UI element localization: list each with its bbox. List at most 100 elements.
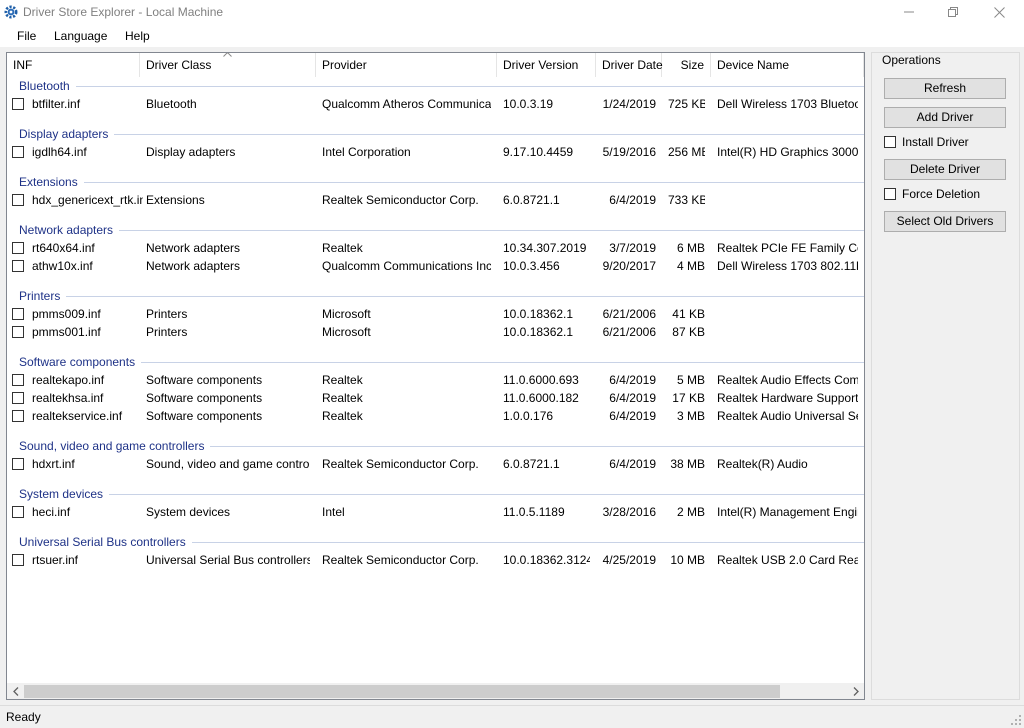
cell-size: 725 KB bbox=[668, 97, 705, 111]
row-checkbox[interactable] bbox=[12, 146, 24, 158]
row-checkbox[interactable] bbox=[12, 374, 24, 386]
minimize-button[interactable] bbox=[886, 0, 932, 24]
column-header-provider[interactable]: Provider bbox=[316, 53, 497, 77]
install-driver-box[interactable] bbox=[884, 136, 896, 148]
cell-size: 256 MB bbox=[668, 145, 705, 159]
row-checkbox[interactable] bbox=[12, 326, 24, 338]
resize-grip-icon[interactable] bbox=[1010, 714, 1022, 726]
cell-driver-class: Network adapters bbox=[146, 241, 241, 255]
menu-help[interactable]: Help bbox=[125, 29, 150, 43]
row-checkbox[interactable] bbox=[12, 242, 24, 254]
group-header[interactable]: System devices bbox=[19, 487, 110, 501]
driver-list[interactable]: INF Driver Class Provider Driver Version Dri… bbox=[6, 52, 865, 700]
select-old-drivers-button[interactable]: Select Old Drivers bbox=[884, 211, 1006, 232]
table-row[interactable]: rtsuer.inf Universal Serial Bus controlle… bbox=[7, 551, 864, 569]
cell-inf: rtsuer.inf bbox=[32, 553, 79, 567]
row-checkbox[interactable] bbox=[12, 194, 24, 206]
scroll-left-button[interactable] bbox=[7, 683, 24, 699]
column-header-driver-class[interactable]: Driver Class bbox=[140, 53, 316, 77]
operations-title: Operations bbox=[880, 53, 943, 67]
cell-driver-date: 6/21/2006 bbox=[602, 307, 656, 321]
table-row[interactable]: realtekhsa.inf Software components Realtek… bbox=[7, 389, 864, 407]
table-row[interactable]: realtekapo.inf Software components Realtek… bbox=[7, 371, 864, 389]
group-header[interactable]: Universal Serial Bus controllers bbox=[19, 535, 192, 549]
group-header[interactable]: Display adapters bbox=[19, 127, 115, 141]
cell-driver-class: Sound, video and game controllers bbox=[146, 457, 310, 471]
cell-provider: Microsoft bbox=[322, 307, 371, 321]
table-row[interactable]: btfilter.inf Bluetooth Qualcomm Atheros Co… bbox=[7, 95, 864, 113]
cell-size: 2 MB bbox=[676, 505, 705, 519]
group-header[interactable]: Printers bbox=[19, 289, 67, 303]
row-checkbox[interactable] bbox=[12, 260, 24, 272]
table-row[interactable]: athw10x.inf Network adapters Qualcomm Comm… bbox=[7, 257, 864, 275]
cell-driver-version: 9.17.10.4459 bbox=[503, 145, 574, 159]
restore-button[interactable] bbox=[930, 0, 976, 24]
table-row[interactable]: realtekservice.inf Software components Rea… bbox=[7, 407, 864, 425]
cell-driver-date: 6/4/2019 bbox=[609, 391, 656, 405]
cell-device-name: Intel(R) HD Graphics 3000 bbox=[717, 145, 858, 159]
column-header-inf[interactable]: INF bbox=[7, 53, 140, 77]
group-header[interactable]: Network adapters bbox=[19, 223, 120, 237]
cell-inf: heci.inf bbox=[32, 505, 71, 519]
close-button[interactable] bbox=[976, 0, 1022, 24]
column-header-driver-date[interactable]: Driver Date bbox=[596, 53, 663, 77]
row-checkbox[interactable] bbox=[12, 98, 24, 110]
row-checkbox[interactable] bbox=[12, 554, 24, 566]
delete-driver-button[interactable]: Delete Driver bbox=[884, 159, 1006, 180]
cell-driver-class: Bluetooth bbox=[146, 97, 197, 111]
group-divider bbox=[66, 296, 864, 297]
minimize-icon bbox=[904, 11, 914, 13]
table-row[interactable]: hdx_genericext_rtk.inf Extensions Realtek … bbox=[7, 191, 864, 209]
cell-provider: Realtek bbox=[322, 391, 363, 405]
menu-language[interactable]: Language bbox=[54, 29, 107, 43]
cell-driver-version: 10.0.18362.1 bbox=[503, 307, 574, 321]
scroll-thumb[interactable] bbox=[24, 685, 780, 698]
cell-size: 4 MB bbox=[676, 259, 705, 273]
table-row[interactable]: hdxrt.inf Sound, video and game controlle… bbox=[7, 455, 864, 473]
row-checkbox[interactable] bbox=[12, 410, 24, 422]
force-deletion-box[interactable] bbox=[884, 188, 896, 200]
row-checkbox[interactable] bbox=[12, 308, 24, 320]
operations-panel: Operations Refresh Add Driver Install Dr… bbox=[871, 52, 1020, 700]
cell-device-name: Realtek PCIe FE Family Controll bbox=[717, 241, 858, 255]
cell-driver-class: Software components bbox=[146, 409, 263, 423]
menu-file[interactable]: File bbox=[17, 29, 36, 43]
cell-driver-version: 11.0.5.1189 bbox=[503, 505, 565, 519]
group-header[interactable]: Sound, video and game controllers bbox=[19, 439, 211, 453]
column-header-size[interactable]: Size bbox=[662, 53, 711, 77]
table-row[interactable]: heci.inf System devices Intel 11.0.5.1189 3/… bbox=[7, 503, 864, 521]
column-header-device-name[interactable]: Device Name bbox=[711, 53, 864, 77]
cell-device-name: Realtek USB 2.0 Card Reader bbox=[717, 553, 858, 567]
table-row[interactable]: pmms001.inf Printers Microsoft 10.0.18362.1… bbox=[7, 323, 864, 341]
table-row[interactable]: pmms009.inf Printers Microsoft 10.0.18362.1… bbox=[7, 305, 864, 323]
cell-driver-version: 11.0.6000.182 bbox=[503, 391, 579, 405]
refresh-button[interactable]: Refresh bbox=[884, 78, 1006, 99]
cell-driver-date: 1/24/2019 bbox=[602, 97, 656, 111]
row-checkbox[interactable] bbox=[12, 458, 24, 470]
add-driver-button[interactable]: Add Driver bbox=[884, 107, 1006, 128]
title-bar: Driver Store Explorer - Local Machine bbox=[0, 0, 1024, 24]
cell-driver-version: 10.0.3.456 bbox=[503, 259, 560, 273]
group-header[interactable]: Extensions bbox=[19, 175, 84, 189]
cell-size: 5 MB bbox=[676, 373, 705, 387]
cell-inf: pmms001.inf bbox=[32, 325, 101, 339]
group-divider bbox=[210, 446, 864, 447]
cell-driver-date: 6/4/2019 bbox=[609, 457, 656, 471]
cell-provider: Qualcomm Atheros Communications bbox=[322, 97, 491, 111]
row-checkbox[interactable] bbox=[12, 392, 24, 404]
table-row[interactable]: rt640x64.inf Network adapters Realtek 10.34… bbox=[7, 239, 864, 257]
table-row[interactable]: igdlh64.inf Display adapters Intel Corpora… bbox=[7, 143, 864, 161]
group-header[interactable]: Bluetooth bbox=[19, 79, 76, 93]
cell-size: 3 MB bbox=[676, 409, 705, 423]
cell-driver-date: 4/25/2019 bbox=[602, 553, 656, 567]
horizontal-scrollbar[interactable] bbox=[7, 683, 864, 699]
cell-inf: hdx_genericext_rtk.inf bbox=[32, 193, 143, 207]
scroll-right-button[interactable] bbox=[847, 683, 864, 699]
cell-driver-class: Extensions bbox=[146, 193, 205, 207]
cell-driver-version: 10.0.18362.31248 bbox=[503, 553, 590, 567]
group-header[interactable]: Software components bbox=[19, 355, 142, 369]
cell-driver-date: 3/28/2016 bbox=[602, 505, 656, 519]
row-checkbox[interactable] bbox=[12, 506, 24, 518]
cell-driver-version: 11.0.6000.693 bbox=[503, 373, 579, 387]
column-header-driver-version[interactable]: Driver Version bbox=[497, 53, 596, 77]
